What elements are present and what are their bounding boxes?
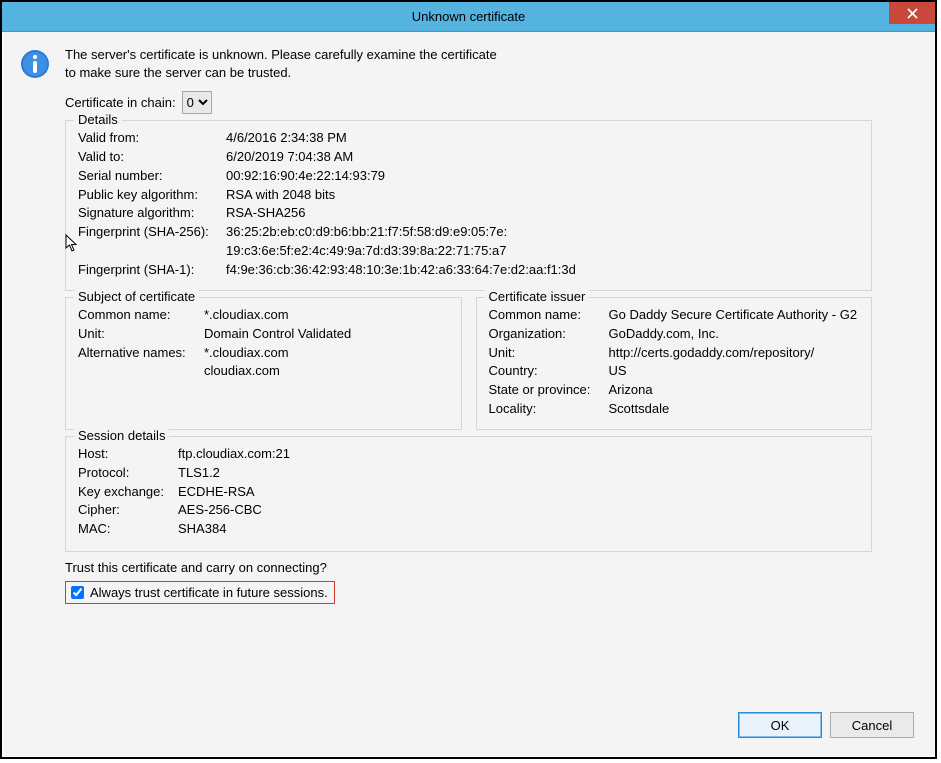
v-sig: RSA-SHA256 — [226, 204, 305, 223]
title-bar: Unknown certificate — [2, 2, 935, 32]
v-sess-prot: TLS1.2 — [178, 464, 220, 483]
info-icon — [19, 48, 51, 80]
always-trust-label: Always trust certificate in future sessi… — [90, 585, 328, 600]
k-iss-prov: State or province: — [489, 381, 609, 400]
ok-button[interactable]: OK — [738, 712, 822, 738]
trust-question: Trust this certificate and carry on conn… — [65, 560, 918, 575]
k-subj-alt: Alternative names: — [78, 344, 204, 382]
v-fp1: f4:9e:36:cb:36:42:93:48:10:3e:1b:42:a6:3… — [226, 261, 576, 280]
v-iss-unit: http://certs.godaddy.com/repository/ — [609, 344, 815, 363]
legend-details: Details — [74, 112, 122, 127]
close-icon — [907, 8, 918, 19]
v-iss-loc: Scottsdale — [609, 400, 670, 419]
v-sess-kex: ECDHE-RSA — [178, 483, 255, 502]
v-serial: 00:92:16:90:4e:22:14:93:79 — [226, 167, 385, 186]
chain-label: Certificate in chain: — [65, 95, 176, 110]
k-fp1: Fingerprint (SHA-1): — [78, 261, 226, 280]
group-subject: Subject of certificate Common name:*.clo… — [65, 297, 462, 430]
intro-line-1: The server's certificate is unknown. Ple… — [65, 46, 497, 64]
intro-line-2: to make sure the server can be trusted. — [65, 64, 497, 82]
v-iss-prov: Arizona — [609, 381, 653, 400]
k-valid-to: Valid to: — [78, 148, 226, 167]
k-iss-cn: Common name: — [489, 306, 609, 325]
v-valid-to: 6/20/2019 7:04:38 AM — [226, 148, 353, 167]
chain-select[interactable]: 0 — [182, 91, 212, 114]
cancel-button[interactable]: Cancel — [830, 712, 914, 738]
k-iss-org: Organization: — [489, 325, 609, 344]
v-sess-host: ftp.cloudiax.com:21 — [178, 445, 290, 464]
v-fp256: 36:25:2b:eb:c0:d9:b6:bb:21:f7:5f:58:d9:e… — [226, 223, 507, 261]
group-details: Details Valid from:4/6/2016 2:34:38 PM V… — [65, 120, 872, 291]
intro-row: The server's certificate is unknown. Ple… — [19, 46, 918, 81]
v-iss-ctry: US — [609, 362, 627, 381]
k-iss-loc: Locality: — [489, 400, 609, 419]
k-sess-host: Host: — [78, 445, 178, 464]
k-subj-cn: Common name: — [78, 306, 204, 325]
trust-section: Trust this certificate and carry on conn… — [65, 560, 918, 604]
v-sess-ciph: AES-256-CBC — [178, 501, 262, 520]
dialog-frame: Unknown certificate The server's certifi — [0, 0, 937, 759]
k-subj-unit: Unit: — [78, 325, 204, 344]
k-iss-ctry: Country: — [489, 362, 609, 381]
legend-session: Session details — [74, 428, 169, 443]
k-sess-prot: Protocol: — [78, 464, 178, 483]
always-trust-row[interactable]: Always trust certificate in future sessi… — [65, 581, 335, 604]
k-fp256: Fingerprint (SHA-256): — [78, 223, 226, 261]
intro-text: The server's certificate is unknown. Ple… — [65, 46, 497, 81]
k-sess-kex: Key exchange: — [78, 483, 178, 502]
v-subj-alt: *.cloudiax.com cloudiax.com — [204, 344, 289, 382]
k-serial: Serial number: — [78, 167, 226, 186]
window-title: Unknown certificate — [2, 2, 935, 31]
v-subj-unit: Domain Control Validated — [204, 325, 351, 344]
v-iss-cn: Go Daddy Secure Certificate Authority - … — [609, 306, 858, 325]
k-sess-ciph: Cipher: — [78, 501, 178, 520]
k-valid-from: Valid from: — [78, 129, 226, 148]
k-sess-mac: MAC: — [78, 520, 178, 539]
close-button[interactable] — [889, 2, 935, 24]
group-issuer: Certificate issuer Common name:Go Daddy … — [476, 297, 873, 430]
v-valid-from: 4/6/2016 2:34:38 PM — [226, 129, 347, 148]
v-pubkey: RSA with 2048 bits — [226, 186, 335, 205]
v-iss-org: GoDaddy.com, Inc. — [609, 325, 719, 344]
k-iss-unit: Unit: — [489, 344, 609, 363]
legend-subject: Subject of certificate — [74, 289, 199, 304]
legend-issuer: Certificate issuer — [485, 289, 590, 304]
group-session: Session details Host:ftp.cloudiax.com:21… — [65, 436, 872, 552]
v-subj-cn: *.cloudiax.com — [204, 306, 289, 325]
v-sess-mac: SHA384 — [178, 520, 226, 539]
k-pubkey: Public key algorithm: — [78, 186, 226, 205]
dialog-body: The server's certificate is unknown. Ple… — [3, 32, 934, 756]
always-trust-checkbox[interactable] — [71, 586, 84, 599]
k-sig: Signature algorithm: — [78, 204, 226, 223]
